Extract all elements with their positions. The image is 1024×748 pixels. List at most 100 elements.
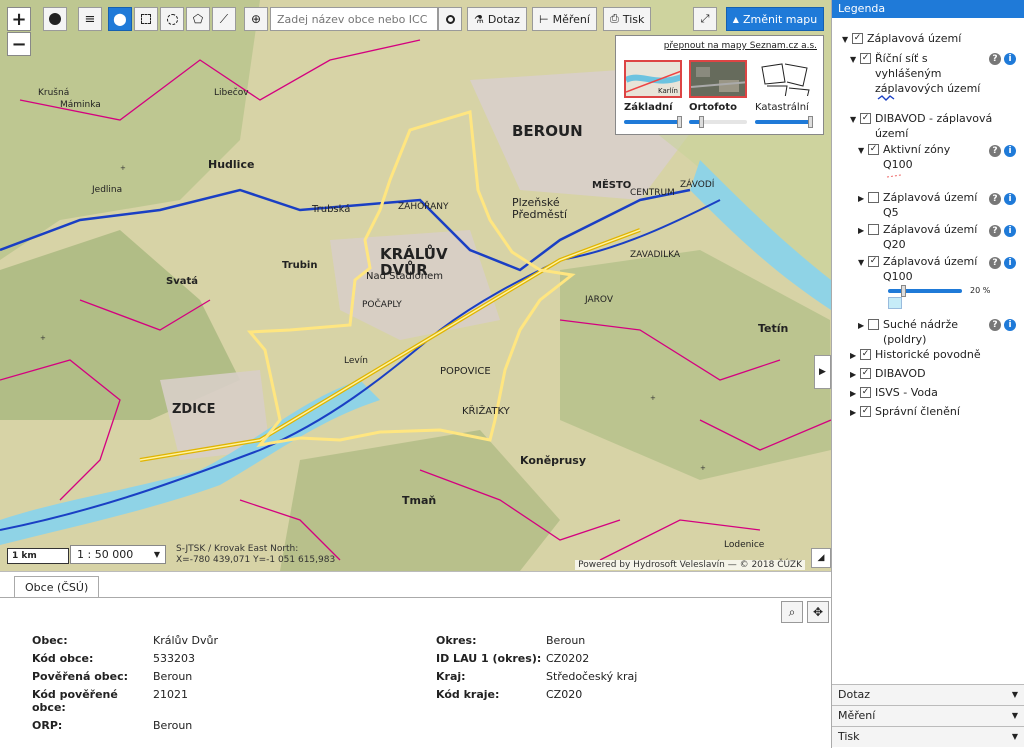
- measure-button[interactable]: ⊢ Měření: [532, 7, 597, 31]
- ortho-map-thumbnail[interactable]: [689, 60, 747, 98]
- accordion-tisk[interactable]: Tisk ▼: [832, 726, 1024, 747]
- label-jarov: JAROV: [585, 295, 613, 305]
- caret-down-icon[interactable]: ▼: [850, 52, 860, 67]
- info-icon[interactable]: i: [1004, 193, 1016, 205]
- layer-historicke[interactable]: ▶ ✓ Historické povodně: [850, 347, 981, 363]
- checkbox[interactable]: ✓: [852, 33, 863, 44]
- layer-zaplavova[interactable]: ▼ ✓ Záplavová území: [842, 31, 961, 47]
- search-input[interactable]: [270, 7, 438, 31]
- checkbox[interactable]: [868, 319, 879, 330]
- map-canvas[interactable]: + + + + BEROUN KRÁLŮV DVŮR Nad Stadlonem ZD…: [0, 0, 831, 571]
- zoom-to-button[interactable]: ⌕: [781, 601, 803, 623]
- help-icon[interactable]: ?: [989, 53, 1001, 65]
- q100-opacity-slider[interactable]: [888, 285, 962, 297]
- slider-knob[interactable]: [677, 116, 682, 128]
- zoom-in-button[interactable]: +: [7, 7, 31, 31]
- help-icon[interactable]: ?: [989, 193, 1001, 205]
- attr-value: CZ020: [546, 688, 583, 701]
- layer-spravni[interactable]: ▶ ✓ Správní členění: [850, 404, 960, 420]
- corner-toggle-button[interactable]: ◢: [811, 548, 831, 568]
- select-circle-button[interactable]: [160, 7, 184, 31]
- layer-ricni-sit[interactable]: ▼ ✓ Říční síť s vyhlášeným záplavových úze…: [850, 51, 986, 96]
- expand-panel-button[interactable]: ▶: [814, 355, 831, 389]
- checkbox[interactable]: ✓: [868, 256, 879, 267]
- layer-dibavod[interactable]: ▶ ✓ DIBAVOD: [850, 366, 926, 382]
- help-icon[interactable]: ?: [989, 257, 1001, 269]
- caret-right-icon[interactable]: ▶: [850, 386, 860, 401]
- info-icon[interactable]: i: [1004, 319, 1016, 331]
- select-line-button[interactable]: ⟋: [212, 7, 236, 31]
- tab-obce[interactable]: Obce (ČSÚ): [14, 576, 100, 598]
- info-panel: Obce (ČSÚ) ⌕ ✥ Obec: Králův Dvůr Kód obce…: [0, 571, 831, 748]
- layer-label: Aktivní zóny Q100: [883, 143, 951, 171]
- select-rectangle-button[interactable]: [134, 7, 158, 31]
- ortho-opacity-slider[interactable]: [689, 116, 747, 128]
- svg-text:+: +: [700, 464, 706, 472]
- checkbox[interactable]: ✓: [868, 144, 879, 155]
- layer-label: Záplavová území Q5: [883, 191, 978, 219]
- scale-select[interactable]: 1 : 50 000 ▼: [70, 545, 166, 564]
- layer-suche-nadrze[interactable]: ▶ Suché nádrže (poldry): [858, 317, 986, 347]
- slider-knob[interactable]: [808, 116, 813, 128]
- caret-down-icon[interactable]: ▼: [842, 32, 852, 47]
- layer-aktivni-zony[interactable]: ▼ ✓ Aktivní zóny Q100: [858, 142, 986, 172]
- accordion-label: Tisk: [838, 730, 860, 743]
- layer-q5[interactable]: ▶ Záplavová území Q5: [858, 190, 986, 220]
- caret-right-icon[interactable]: ▶: [850, 348, 860, 363]
- fullscreen-button[interactable]: ⤢: [693, 7, 717, 31]
- cadastral-map-thumbnail[interactable]: [755, 60, 813, 98]
- checkbox[interactable]: ✓: [860, 349, 871, 360]
- slider-knob[interactable]: [699, 116, 704, 128]
- help-icon[interactable]: ?: [989, 319, 1001, 331]
- print-label: Tisk: [622, 12, 645, 26]
- info-icon[interactable]: i: [1004, 225, 1016, 237]
- layer-dibavod-zaplavova[interactable]: ▼ ✓ DIBAVOD - záplavová území: [850, 111, 1010, 141]
- opacity-value: 20 %: [970, 286, 991, 295]
- attr-value: Středočeský kraj: [546, 670, 638, 683]
- slider-knob[interactable]: [901, 285, 906, 297]
- label-tman: Tmaň: [402, 494, 437, 507]
- label-hudlice: Hudlice: [208, 158, 255, 171]
- layers-button[interactable]: ≡: [78, 7, 102, 31]
- checkbox[interactable]: ✓: [860, 387, 871, 398]
- pan-to-button[interactable]: ✥: [807, 601, 829, 623]
- basic-map-thumbnail[interactable]: Karlín: [624, 60, 682, 98]
- checkbox[interactable]: ✓: [860, 53, 871, 64]
- checkbox[interactable]: [868, 192, 879, 203]
- location-button[interactable]: ⊕: [244, 7, 268, 31]
- basic-opacity-slider[interactable]: [624, 116, 682, 128]
- cadastral-opacity-slider[interactable]: [755, 116, 813, 128]
- caret-down-icon[interactable]: ▼: [858, 143, 868, 158]
- caret-down-icon[interactable]: ▼: [850, 112, 860, 127]
- print-button[interactable]: ⎙ Tisk: [603, 7, 652, 31]
- caret-right-icon[interactable]: ▶: [850, 367, 860, 382]
- accordion-dotaz[interactable]: Dotaz ▼: [832, 684, 1024, 705]
- layer-q20[interactable]: ▶ Záplavová území Q20: [858, 222, 986, 252]
- info-icon[interactable]: i: [1004, 53, 1016, 65]
- caret-down-icon[interactable]: ▼: [858, 255, 868, 270]
- info-icon[interactable]: i: [1004, 257, 1016, 269]
- caret-right-icon[interactable]: ▶: [850, 405, 860, 420]
- accordion-mereni[interactable]: Měření ▼: [832, 705, 1024, 726]
- zoom-out-button[interactable]: −: [7, 32, 31, 56]
- checkbox[interactable]: ✓: [860, 406, 871, 417]
- checkbox[interactable]: ✓: [860, 113, 871, 124]
- seznam-maps-link[interactable]: přepnout na mapy Seznam.cz a.s.: [664, 41, 817, 51]
- change-map-button[interactable]: ▲ Změnit mapu: [726, 7, 824, 31]
- layer-tools: ? i: [989, 193, 1016, 205]
- caret-right-icon[interactable]: ▶: [858, 191, 868, 206]
- select-polygon-button[interactable]: ⬠: [186, 7, 210, 31]
- layer-q100[interactable]: ▼ ✓ Záplavová území Q100: [858, 254, 986, 284]
- help-icon[interactable]: ?: [989, 145, 1001, 157]
- globe-button[interactable]: [43, 7, 67, 31]
- caret-right-icon[interactable]: ▶: [858, 318, 868, 333]
- search-button[interactable]: [438, 7, 462, 31]
- identify-point-button[interactable]: ⬤: [108, 7, 132, 31]
- layer-isvs[interactable]: ▶ ✓ ISVS - Voda: [850, 385, 938, 401]
- info-icon[interactable]: i: [1004, 145, 1016, 157]
- checkbox[interactable]: [868, 224, 879, 235]
- checkbox[interactable]: ✓: [860, 368, 871, 379]
- query-button[interactable]: ⚗ Dotaz: [467, 7, 527, 31]
- help-icon[interactable]: ?: [989, 225, 1001, 237]
- caret-right-icon[interactable]: ▶: [858, 223, 868, 238]
